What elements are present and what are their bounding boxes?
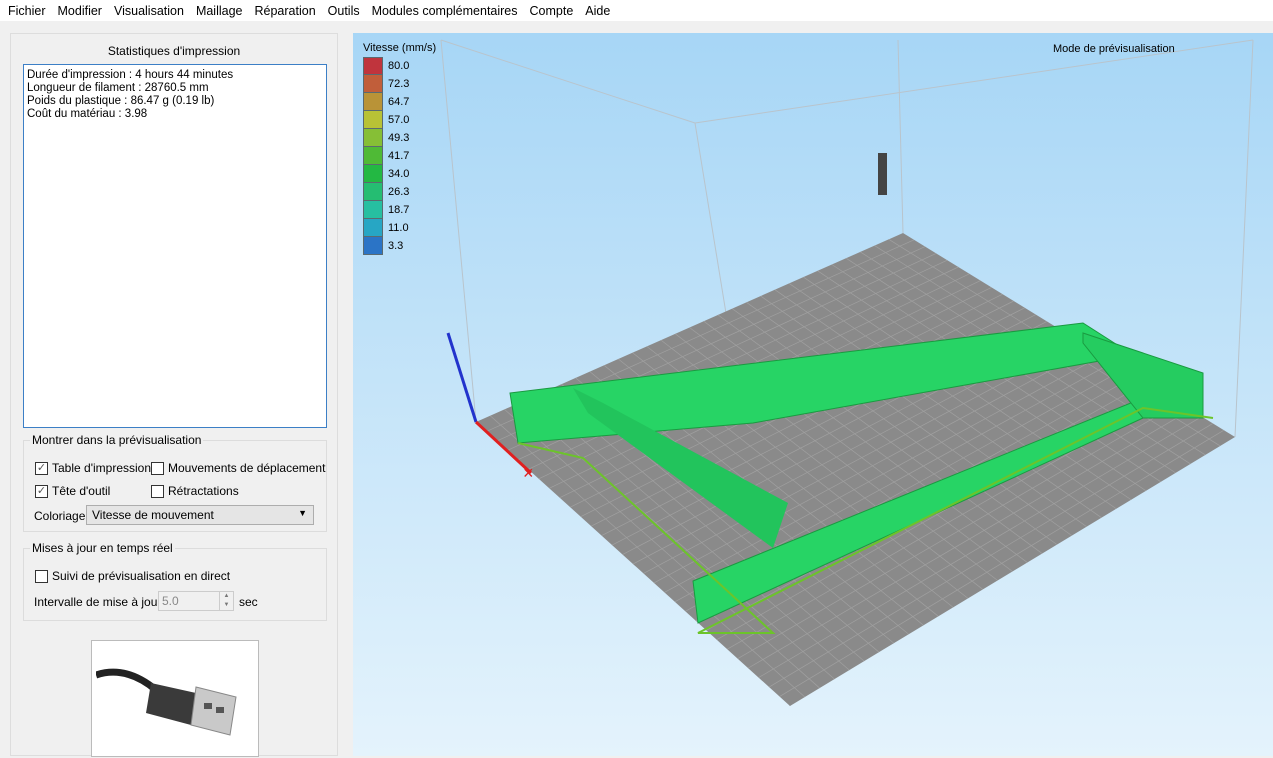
3d-viewport[interactable]: × Vitesse (mm/s) 80.0 72.3 64.7 57.0 49.3 41.… (353, 33, 1273, 756)
spin-arrows-icon[interactable]: ▲ ▼ (219, 592, 233, 610)
check-icon: ✓ (35, 461, 48, 475)
x-axis-marker: × (523, 463, 534, 483)
menu-2[interactable]: Visualisation (108, 4, 190, 18)
menu-7[interactable]: Compte (524, 4, 580, 18)
legend-swatch (363, 75, 383, 93)
travel-checkbox[interactable]: Mouvements de déplacement (151, 461, 325, 475)
legend-entry: 49.3 (363, 129, 436, 147)
legend-value: 57.0 (388, 114, 410, 126)
stat-cost: Coût du matériau : 3.98 (27, 108, 148, 120)
stat-weight: Poids du plastique : 86.47 g (0.19 lb) (27, 95, 215, 107)
check-icon: ✓ (35, 484, 48, 498)
stats-box: Durée d'impression : 4 hours 44 minutes … (23, 64, 327, 428)
legend-entry: 57.0 (363, 111, 436, 129)
menu-4[interactable]: Réparation (249, 4, 322, 18)
left-panel: Statistiques d'impression Durée d'impres… (10, 33, 338, 757)
legend-value: 80.0 (388, 60, 410, 72)
legend-swatch (363, 111, 383, 129)
toolhead (878, 153, 887, 195)
legend-entry: 26.3 (363, 183, 436, 201)
legend-entry: 18.7 (363, 201, 436, 219)
legend-swatch (363, 201, 383, 219)
live-follow-checkbox[interactable]: Suivi de prévisualisation en direct (35, 569, 230, 583)
speed-legend: Vitesse (mm/s) 80.0 72.3 64.7 57.0 49.3 41.7 3… (363, 42, 436, 255)
legend-value: 18.7 (388, 204, 410, 216)
toolhead-checkbox[interactable]: ✓ Tête d'outil (35, 484, 110, 498)
menu-5[interactable]: Outils (322, 4, 366, 18)
scene: × (440, 39, 1254, 707)
stat-duration: Durée d'impression : 4 hours 44 minutes (27, 69, 234, 81)
stats-title: Statistiques d'impression (107, 44, 241, 58)
menu-3[interactable]: Maillage (190, 4, 249, 18)
menu-1[interactable]: Modifier (52, 4, 108, 18)
legend-value: 41.7 (388, 150, 410, 162)
legend-swatch (363, 129, 383, 147)
bed-checkbox[interactable]: ✓ Table d'impression (35, 461, 151, 475)
menu-8[interactable]: Aide (579, 4, 616, 18)
printer-image (91, 640, 259, 757)
legend-value: 3.3 (388, 240, 404, 252)
legend-entry: 72.3 (363, 75, 436, 93)
legend-swatch (363, 147, 383, 165)
stat-filament: Longueur de filament : 28760.5 mm (27, 82, 209, 94)
legend-entry: 41.7 (363, 147, 436, 165)
chevron-down-icon: ▼ (298, 508, 307, 518)
legend-swatch (363, 57, 383, 75)
live-group-title: Mises à jour en temps réel (30, 541, 175, 555)
legend-value: 49.3 (388, 132, 410, 144)
legend-entry: 80.0 (363, 57, 436, 75)
legend-entry: 64.7 (363, 93, 436, 111)
legend-entry: 11.0 (363, 219, 436, 237)
legend-value: 72.3 (388, 78, 410, 90)
legend-value: 26.3 (388, 186, 410, 198)
menu-6[interactable]: Modules complémentaires (366, 4, 524, 18)
live-group: Mises à jour en temps réel Suivi de prév… (23, 541, 327, 621)
legend-entry: 3.3 (363, 237, 436, 255)
legend-swatch (363, 93, 383, 111)
legend-title: Vitesse (mm/s) (363, 42, 437, 54)
menu-bar: Fichier Modifier Visualisation Maillage Répa… (0, 0, 1273, 21)
legend-value: 34.0 (388, 168, 410, 180)
legend-swatch (363, 237, 383, 255)
menu-0[interactable]: Fichier (2, 4, 52, 18)
print-bed (476, 233, 1235, 706)
legend-value: 64.7 (388, 96, 410, 108)
interval-spinbox[interactable]: 5.0 ▲ ▼ (158, 591, 234, 611)
show-group-title: Montrer dans la prévisualisation (30, 433, 204, 447)
legend-swatch (363, 219, 383, 237)
interval-unit: sec (239, 595, 258, 609)
retraction-checkbox[interactable]: Rétractations (151, 484, 239, 498)
legend-swatch (363, 165, 383, 183)
legend-value: 11.0 (388, 222, 409, 234)
coloring-label: Coloriage (34, 509, 86, 523)
legend-entry: 34.0 (363, 165, 436, 183)
legend-swatch (363, 183, 383, 201)
interval-label: Intervalle de mise à jour (34, 595, 162, 609)
show-group: Montrer dans la prévisualisation ✓ Table … (23, 433, 327, 532)
preview-mode-label: Mode de prévisualisation (1053, 43, 1175, 55)
coloring-select[interactable]: Vitesse de mouvement ▼ (86, 505, 314, 525)
